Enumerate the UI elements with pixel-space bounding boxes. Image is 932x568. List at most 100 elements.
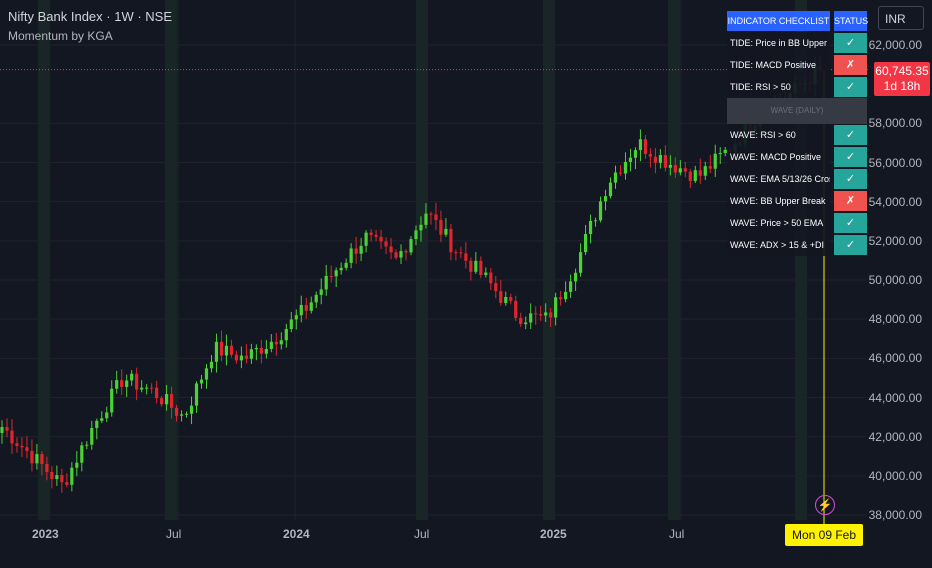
checklist-condition: WAVE: EMA 5/13/26 Cross bbox=[727, 168, 830, 190]
candle-body bbox=[35, 454, 39, 464]
checklist-header: INDICATOR CHECKLIST STATUS bbox=[727, 10, 868, 32]
candle-body bbox=[409, 239, 413, 253]
price-axis-label: 52,000.00 bbox=[868, 233, 922, 248]
candle-body bbox=[703, 166, 707, 176]
candle-body bbox=[598, 201, 603, 221]
candle-body bbox=[459, 252, 463, 254]
highlight-band bbox=[165, 0, 177, 520]
checklist-condition: WAVE: RSI > 60 bbox=[727, 124, 830, 146]
candle-body bbox=[95, 420, 99, 428]
candle-body bbox=[484, 272, 488, 276]
candle-body bbox=[224, 345, 229, 356]
candle-body bbox=[204, 368, 209, 380]
candle-body bbox=[573, 272, 578, 282]
candle-body bbox=[539, 314, 543, 316]
candle-body bbox=[279, 340, 283, 345]
candle-body bbox=[643, 139, 648, 154]
candle-body bbox=[564, 291, 568, 300]
candle-body bbox=[369, 232, 373, 235]
candle-body bbox=[20, 445, 24, 448]
candle-body bbox=[25, 447, 29, 451]
candle-body bbox=[274, 341, 278, 345]
candle-body bbox=[554, 297, 558, 318]
candle-body bbox=[419, 224, 423, 231]
candle-body bbox=[434, 214, 438, 220]
candle-body bbox=[100, 418, 104, 421]
candle-body bbox=[259, 347, 263, 354]
checklist-condition: TIDE: RSI > 50 bbox=[727, 76, 830, 98]
candle-body bbox=[613, 172, 618, 183]
time-axis-label: 2023 bbox=[32, 527, 59, 541]
candle-body bbox=[249, 349, 253, 359]
candle-body bbox=[514, 300, 518, 318]
check-icon: ✓ bbox=[834, 235, 867, 255]
candle-body bbox=[140, 387, 144, 390]
candle-body bbox=[194, 383, 199, 406]
candle-body bbox=[90, 427, 94, 445]
check-icon: ✓ bbox=[834, 77, 867, 97]
candle-body bbox=[289, 319, 293, 330]
price-axis-label: 44,000.00 bbox=[868, 390, 922, 405]
candle-body bbox=[169, 394, 174, 408]
candle-body bbox=[678, 168, 682, 173]
candle-body bbox=[569, 281, 573, 292]
checklist-condition: WAVE: MACD Positive bbox=[727, 146, 830, 168]
candle-body bbox=[10, 430, 14, 444]
candle-body bbox=[429, 213, 433, 215]
cross-icon: ✗ bbox=[834, 191, 867, 211]
candle-body bbox=[708, 166, 712, 169]
candle-body bbox=[479, 260, 483, 276]
indicator-checklist-table: INDICATOR CHECKLIST STATUS TIDE: Price i… bbox=[727, 10, 868, 256]
highlight-band bbox=[668, 0, 680, 520]
time-axis-label: Jul bbox=[669, 527, 685, 541]
check-icon: ✓ bbox=[834, 169, 867, 189]
candle-body bbox=[374, 234, 378, 237]
candle-body bbox=[698, 170, 702, 176]
candle-body bbox=[299, 304, 303, 316]
candle-body bbox=[603, 196, 608, 202]
time-axis-label: Jul bbox=[414, 527, 430, 541]
checklist-condition: TIDE: Price in BB Upper Half bbox=[727, 32, 830, 54]
lightning-icon[interactable]: ⚡ bbox=[815, 495, 835, 515]
candle-body bbox=[229, 345, 234, 355]
candle-body bbox=[264, 348, 268, 354]
candle-body bbox=[673, 165, 677, 173]
candle-body bbox=[164, 394, 169, 405]
candle-body bbox=[588, 220, 593, 235]
checklist-condition: TIDE: MACD Positive bbox=[727, 54, 830, 76]
candle-body bbox=[309, 302, 313, 311]
symbol-title[interactable]: Nifty Bank Index · 1W · NSE bbox=[8, 9, 172, 24]
candle-body bbox=[499, 291, 503, 303]
candle-body bbox=[359, 245, 363, 254]
candle-body bbox=[329, 275, 333, 277]
checklist-row: WAVE: MACD Positive ✓ bbox=[727, 146, 867, 168]
time-axis-label: 2024 bbox=[283, 527, 310, 541]
candle-body bbox=[489, 272, 493, 284]
candle-body bbox=[549, 312, 553, 318]
candle-body bbox=[344, 262, 348, 268]
checklist-row: TIDE: RSI > 50 ✓ bbox=[727, 76, 867, 98]
candle-body bbox=[354, 248, 358, 254]
candle-body bbox=[45, 463, 49, 472]
checklist-row: WAVE: Price > 50 EMA ✓ bbox=[727, 212, 867, 234]
indicator-name[interactable]: Momentum by KGA bbox=[8, 29, 113, 43]
check-icon: ✓ bbox=[834, 33, 867, 53]
candle-body bbox=[160, 398, 164, 405]
candle-body bbox=[653, 156, 658, 163]
currency-selector[interactable]: INR bbox=[878, 6, 924, 30]
candle-body bbox=[559, 297, 563, 300]
candle-body bbox=[439, 219, 443, 235]
candle-body bbox=[214, 341, 219, 362]
price-axis-label: 62,000.00 bbox=[868, 38, 922, 52]
candle-body bbox=[389, 246, 393, 253]
candle-body bbox=[239, 355, 244, 361]
checklist-row: WAVE: EMA 5/13/26 Cross ✓ bbox=[727, 168, 867, 190]
checklist-row: WAVE: RSI > 60 ✓ bbox=[727, 124, 867, 146]
candle-body bbox=[364, 232, 368, 246]
candle-body bbox=[394, 252, 398, 258]
price-axis-label: 58,000.00 bbox=[868, 116, 922, 131]
candle-body bbox=[40, 454, 44, 464]
candle-body bbox=[179, 414, 184, 416]
candle-body bbox=[529, 313, 533, 323]
candle-body bbox=[85, 444, 89, 446]
